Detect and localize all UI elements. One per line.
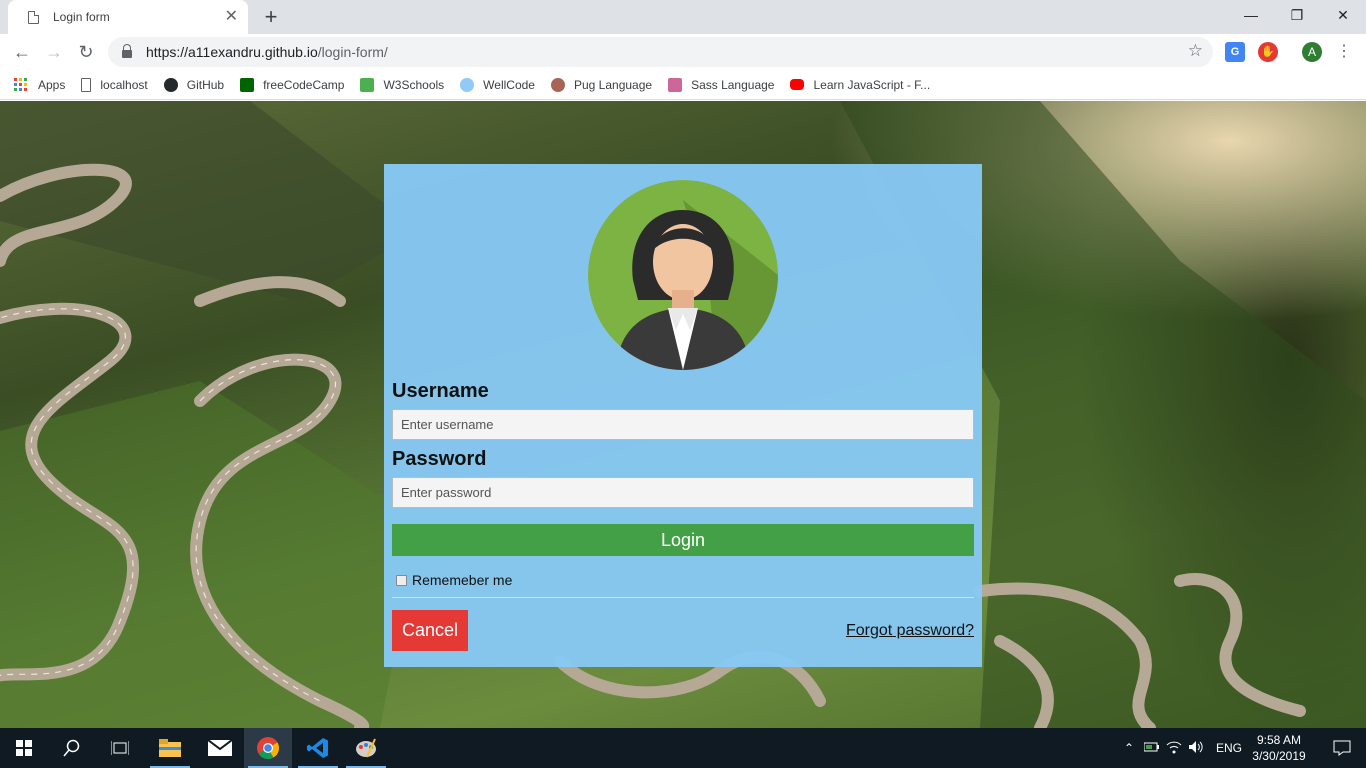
remember-label: Rememeber me <box>412 572 513 588</box>
apps-grid-icon <box>14 77 28 92</box>
freecodecamp-icon <box>240 77 255 92</box>
notifications-button[interactable] <box>1318 728 1366 768</box>
github-icon <box>163 77 178 92</box>
language-indicator[interactable]: ENG <box>1216 741 1242 755</box>
clock-date: 3/30/2019 <box>1252 749 1306 763</box>
browser-tab[interactable]: Login form ✕ <box>8 0 248 34</box>
bookmark-sass[interactable]: Sass Language <box>668 77 775 92</box>
bookmark-label: W3Schools <box>383 77 445 92</box>
close-tab-icon[interactable]: ✕ <box>225 9 238 25</box>
page-icon <box>28 10 39 24</box>
avatar-woman-icon <box>588 180 778 370</box>
address-bar[interactable]: https://a11exandru.github.io/login-form/… <box>108 37 1213 67</box>
wellcode-icon <box>460 77 475 92</box>
url-host: https://a11exandru.github.io <box>146 44 318 60</box>
forgot-password-link[interactable]: Forgot password? <box>846 622 974 640</box>
login-button[interactable]: Login <box>392 524 974 556</box>
bookmark-label: Apps <box>38 77 66 92</box>
bookmark-star-icon[interactable]: ☆ <box>1188 41 1203 61</box>
start-button[interactable] <box>0 728 48 768</box>
browser-toolbar: ← → ↻ https://a11exandru.github.io/login… <box>0 34 1366 70</box>
taskbar-paint[interactable] <box>342 728 390 768</box>
password-input[interactable] <box>392 477 974 508</box>
bookmark-label: Pug Language <box>573 77 653 92</box>
bookmark-label: localhost <box>100 77 148 92</box>
username-label: Username <box>392 380 489 402</box>
page-viewport: Username Password Login Rememeber me Can… <box>0 101 1366 728</box>
bookmarks-bar: Apps localhost GitHub freeCodeCamp W3Sch… <box>0 70 1366 100</box>
pug-icon <box>550 77 565 92</box>
mail-icon <box>208 740 232 756</box>
chrome-icon <box>257 737 279 759</box>
bookmark-learn-javascript[interactable]: Learn JavaScript - F... <box>790 78 930 92</box>
bookmark-freecodecamp[interactable]: freeCodeCamp <box>240 77 345 92</box>
bookmark-label: GitHub <box>186 77 225 92</box>
youtube-icon <box>790 79 805 90</box>
password-label: Password <box>392 448 487 470</box>
close-window-button[interactable]: ✕ <box>1320 0 1366 30</box>
folder-icon <box>159 739 181 757</box>
translate-extension-icon[interactable]: G <box>1225 42 1245 62</box>
bookmark-pug[interactable]: Pug Language <box>550 77 653 92</box>
taskbar-chrome[interactable] <box>244 728 292 768</box>
taskbar-mail[interactable] <box>196 728 244 768</box>
new-tab-button[interactable]: + <box>258 4 284 30</box>
bookmark-wellcode[interactable]: WellCode <box>460 77 535 92</box>
paint-palette-icon <box>356 738 376 758</box>
bookmark-localhost[interactable]: localhost <box>81 77 148 92</box>
back-button[interactable]: ← <box>8 38 36 66</box>
user-avatar <box>588 180 778 370</box>
minimize-button[interactable]: — <box>1228 0 1274 30</box>
w3schools-icon <box>360 77 375 92</box>
tab-strip: Login form ✕ + — ❐ ✕ <box>0 0 1366 34</box>
restore-button[interactable]: ❐ <box>1274 0 1320 30</box>
task-view-button[interactable] <box>96 728 144 768</box>
volume-icon[interactable] <box>1188 740 1210 757</box>
remember-me[interactable]: Rememeber me <box>396 572 512 588</box>
taskbar-vscode[interactable] <box>294 728 342 768</box>
clock-time: 9:58 AM <box>1256 733 1302 747</box>
reload-button[interactable]: ↻ <box>72 38 100 66</box>
menu-kebab-icon[interactable]: ⋮ <box>1330 38 1358 66</box>
remember-checkbox[interactable] <box>396 574 407 586</box>
taskbar-file-explorer[interactable] <box>146 728 194 768</box>
bookmark-label: freeCodeCamp <box>263 77 345 92</box>
notification-icon <box>1333 740 1351 756</box>
adblock-extension-icon[interactable]: ✋ <box>1258 42 1278 62</box>
chevron-up-icon[interactable]: ⌃ <box>1120 741 1138 755</box>
divider <box>392 597 974 598</box>
windows-taskbar: ⌃ ENG 9:58 AM 3/30/2019 <box>0 728 1366 768</box>
bookmark-label: WellCode <box>483 77 535 92</box>
bookmark-apps[interactable]: Apps <box>14 77 66 92</box>
bookmark-w3schools[interactable]: W3Schools <box>360 77 445 92</box>
battery-icon[interactable] <box>1143 741 1166 756</box>
bookmark-label: Sass Language <box>691 77 775 92</box>
page-icon <box>81 77 92 92</box>
wifi-icon[interactable] <box>1166 740 1188 757</box>
vscode-icon <box>307 738 328 758</box>
url-path: /login-form/ <box>317 44 388 60</box>
system-clock[interactable]: 9:58 AM 3/30/2019 <box>1248 732 1310 764</box>
search-icon <box>63 739 80 757</box>
cancel-button[interactable]: Cancel <box>392 610 468 651</box>
task-view-icon <box>111 741 129 755</box>
forward-button[interactable]: → <box>40 38 68 66</box>
system-tray: ⌃ ENG <box>1120 728 1242 768</box>
lock-icon <box>122 44 132 58</box>
windows-logo-icon <box>16 740 32 756</box>
username-input[interactable] <box>392 409 974 440</box>
search-button[interactable] <box>48 728 96 768</box>
tab-title: Login form <box>53 10 110 24</box>
sass-icon <box>668 77 683 92</box>
login-card: Username Password Login Rememeber me Can… <box>384 164 982 667</box>
bookmark-github[interactable]: GitHub <box>163 77 225 92</box>
profile-avatar[interactable]: A <box>1302 42 1322 62</box>
bookmark-label: Learn JavaScript - F... <box>813 77 931 92</box>
